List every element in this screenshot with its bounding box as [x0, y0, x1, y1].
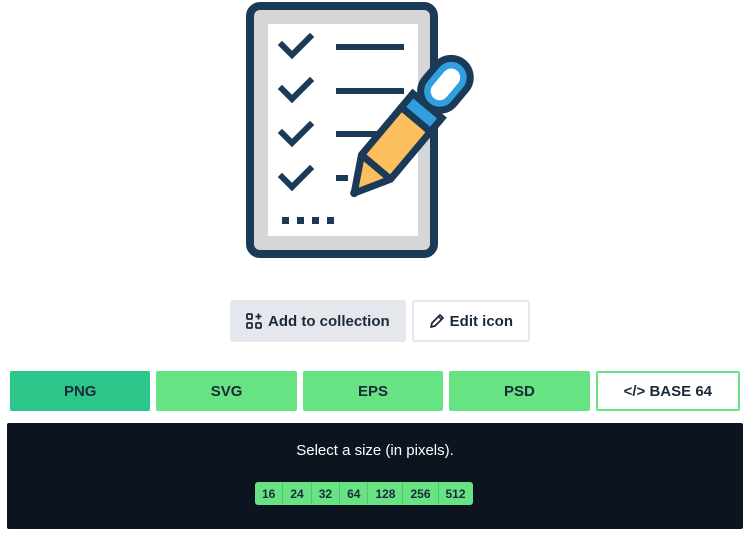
format-psd-button[interactable]: PSD: [449, 371, 590, 411]
size-64-button[interactable]: 64: [340, 482, 369, 505]
checklist-pencil-icon: [246, 2, 474, 258]
pencil-icon: [429, 314, 444, 328]
format-eps-button[interactable]: EPS: [302, 371, 444, 411]
size-128-button[interactable]: 128: [368, 482, 404, 505]
format-svg-button[interactable]: SVG: [156, 371, 297, 411]
edit-icon-label: Edit icon: [449, 312, 514, 330]
size-16-button[interactable]: 16: [255, 482, 284, 505]
icon-preview: [244, 0, 504, 262]
size-prompt: Select a size (in pixels).: [296, 442, 454, 459]
size-options: 16 24 32 64 128 256 512: [255, 482, 473, 505]
icon-actions: Add to collection Edit icon: [230, 300, 531, 342]
size-32-button[interactable]: 32: [312, 482, 341, 505]
size-24-button[interactable]: 24: [283, 482, 312, 505]
format-selector: PNG SVG EPS PSD </> BASE 64: [10, 371, 741, 411]
add-to-collection-label: Add to collection: [268, 312, 390, 330]
edit-icon-button[interactable]: Edit icon: [411, 300, 531, 342]
size-panel: Select a size (in pixels). 16 24 32 64 1…: [7, 423, 743, 529]
format-png-button[interactable]: PNG: [10, 371, 151, 411]
size-256-button[interactable]: 256: [403, 482, 439, 505]
format-base64-button[interactable]: </> BASE 64: [595, 371, 741, 411]
add-collection-icon: [246, 313, 262, 329]
add-to-collection-button[interactable]: Add to collection: [230, 300, 406, 342]
size-512-button[interactable]: 512: [439, 482, 473, 505]
